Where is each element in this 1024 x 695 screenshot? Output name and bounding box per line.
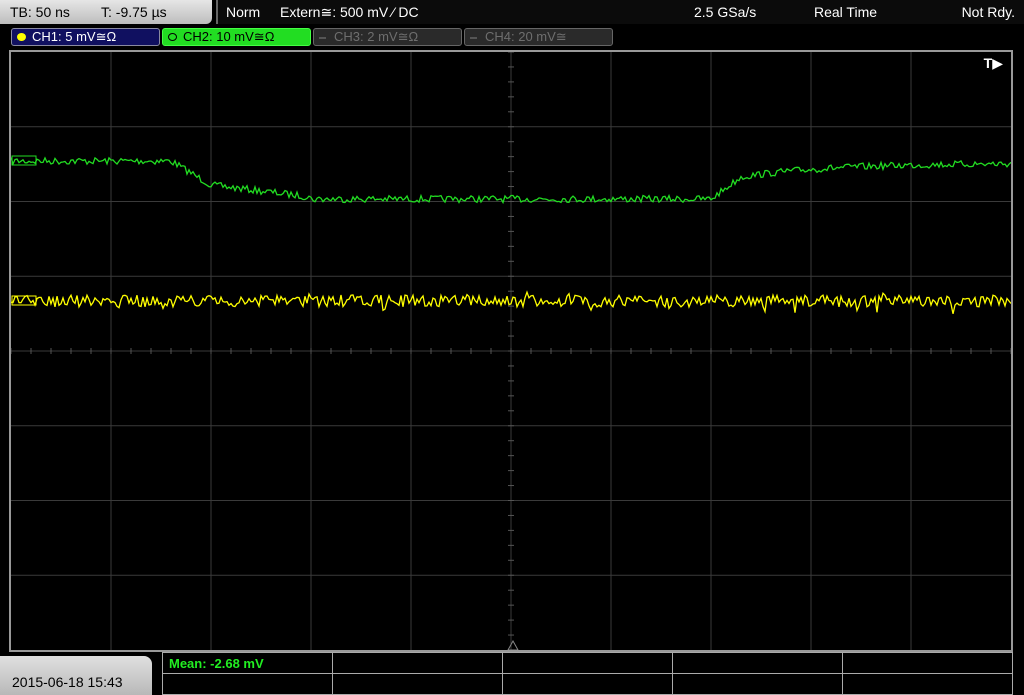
waveform-canvas[interactable] [11, 52, 1011, 650]
trigger-mode-label: Norm [226, 4, 261, 20]
trigger-source-label: Extern≅: 500 mV ⁄ DC [280, 4, 419, 20]
measurement-cell[interactable] [332, 652, 503, 674]
channel-2-tab[interactable]: CH2: 10 mV≅Ω [162, 28, 311, 46]
timebase-label: TB: 50 ns [10, 4, 70, 20]
trigger-position-marker[interactable] [507, 639, 519, 650]
channel-3-label: CH3: 2 mV≅Ω [334, 29, 419, 44]
channel-3-tab[interactable]: CH3: 2 mV≅Ω [313, 28, 462, 46]
measurement-cell[interactable] [842, 652, 1013, 674]
trigger-flag-icon[interactable]: T▶ [984, 55, 1003, 72]
measurement-cell[interactable] [502, 673, 673, 695]
datetime-box: 2015-06-18 15:43 [0, 656, 152, 695]
sample-rate-label: 2.5 GSa/s [694, 4, 757, 20]
channel-4-label: CH4: 20 mV≅ [485, 29, 567, 44]
channel-2-label: CH2: 10 mV≅Ω [183, 29, 275, 44]
time-offset-label: T: -9.75 µs [101, 4, 167, 20]
measurement-cell[interactable] [842, 673, 1013, 695]
channel-1-label: CH1: 5 mV≅Ω [32, 29, 117, 44]
channel-4-tab[interactable]: CH4: 20 mV≅ [464, 28, 613, 46]
display-mode-label: Real Time [814, 4, 878, 20]
acquisition-bar[interactable]: Norm Extern≅: 500 mV ⁄ DC 2.5 GSa/s Real… [216, 0, 1024, 24]
measurement-cell[interactable] [332, 673, 503, 695]
measurement-mean-cell[interactable]: Mean: -2.68 mV [162, 652, 333, 674]
waveform-display[interactable]: T▶ [9, 50, 1013, 652]
measurement-cell[interactable] [672, 673, 843, 695]
channel-3-indicator-icon [319, 37, 326, 39]
datetime-label: 2015-06-18 15:43 [12, 674, 123, 690]
channel-1-tab[interactable]: CH1: 5 mV≅Ω [11, 28, 160, 46]
measurement-cell[interactable] [502, 652, 673, 674]
timebase-box[interactable]: TB: 50 ns T: -9.75 µs [0, 0, 212, 24]
measurement-cell[interactable] [162, 673, 333, 695]
measurement-cell[interactable] [672, 652, 843, 674]
graticule [11, 52, 1011, 650]
channel-4-indicator-icon [470, 37, 477, 39]
acquisition-status-label: Not Rdy. [961, 4, 1015, 20]
channel-1-indicator-icon [17, 33, 26, 41]
channel-2-indicator-icon [168, 33, 177, 41]
measurement-table[interactable]: Mean: -2.68 mV [162, 652, 1013, 695]
